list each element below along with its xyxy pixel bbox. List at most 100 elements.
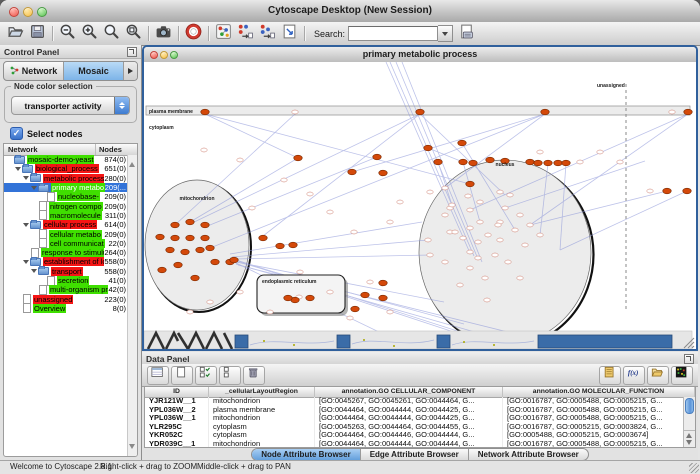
network-node-unhighlighted[interactable]: [427, 253, 433, 257]
network-node-highlighted[interactable]: [206, 245, 214, 251]
network-node-unhighlighted[interactable]: [577, 160, 583, 164]
network-node-highlighted[interactable]: [196, 247, 204, 253]
layout-1-button[interactable]: [236, 24, 255, 43]
expand-triangle-icon[interactable]: [15, 167, 21, 171]
scrollbar-thumb[interactable]: [685, 398, 694, 414]
network-edge[interactable]: [190, 114, 420, 224]
search-dropdown-button[interactable]: [438, 25, 453, 42]
tree-row-establishment-of-lo[interactable]: establishment of lo558(0): [4, 257, 128, 266]
tree-row-multi-organism-pro[interactable]: multi-organism pro42(0): [4, 285, 128, 294]
network-node-highlighted[interactable]: [562, 160, 570, 166]
attr-table-button[interactable]: [147, 366, 169, 385]
network-node-unhighlighted[interactable]: [497, 190, 503, 194]
network-node-unhighlighted[interactable]: [442, 213, 448, 217]
network-node-highlighted[interactable]: [458, 140, 466, 146]
network-node-unhighlighted[interactable]: [237, 158, 243, 162]
network-node-unhighlighted[interactable]: [527, 223, 533, 227]
zoom-selected-button[interactable]: [124, 24, 143, 43]
tree-row-nitrogen-compo[interactable]: nitrogen compo209(0): [4, 201, 128, 210]
network-node-highlighted[interactable]: [663, 188, 671, 194]
network-node-highlighted[interactable]: [373, 154, 381, 160]
network-node-highlighted[interactable]: [306, 295, 314, 301]
network-node-highlighted[interactable]: [534, 160, 542, 166]
search-input[interactable]: [348, 26, 438, 41]
table-row[interactable]: YKR052Ccytoplasm[GO:0044464, GO:0044446,…: [145, 431, 684, 440]
network-edge[interactable]: [205, 114, 298, 158]
network-node-unhighlighted[interactable]: [617, 160, 623, 164]
tree-row-unassigned[interactable]: unassigned223(0): [4, 294, 128, 303]
network-node-unhighlighted[interactable]: [207, 300, 213, 304]
tree-row-cellular-process[interactable]: cellular process614(0): [4, 220, 128, 229]
tree-row-metabolic-process[interactable]: metabolic process280(0): [4, 174, 128, 183]
network-node-unhighlighted[interactable]: [452, 230, 458, 234]
network-node-highlighted[interactable]: [201, 235, 209, 241]
network-node-unhighlighted[interactable]: [467, 208, 473, 212]
network-node-highlighted[interactable]: [158, 267, 166, 273]
network-node-highlighted[interactable]: [276, 243, 284, 249]
close-window-button[interactable]: [9, 7, 19, 17]
network-node-highlighted[interactable]: [186, 219, 194, 225]
table-row[interactable]: YPL036W__1mitochondrion[GO:0044464, GO:0…: [145, 414, 684, 423]
network-node-unhighlighted[interactable]: [457, 283, 463, 287]
network-node-unhighlighted[interactable]: [387, 220, 393, 224]
tree-row-macromolecule[interactable]: macromolecule311(0): [4, 211, 128, 220]
network-node-unhighlighted[interactable]: [367, 280, 373, 284]
network-node-highlighted[interactable]: [171, 235, 179, 241]
network-node-highlighted[interactable]: [554, 160, 562, 166]
network-node-unhighlighted[interactable]: [517, 276, 523, 280]
tree-scrollbar[interactable]: [127, 155, 137, 456]
scroll-down-icon[interactable]: [129, 444, 135, 455]
network-node-highlighted[interactable]: [259, 235, 267, 241]
network-edge[interactable]: [205, 157, 377, 227]
network-node-unhighlighted[interactable]: [669, 110, 675, 114]
attr-select-button[interactable]: [195, 366, 217, 385]
snapshot-camera-button[interactable]: [154, 24, 173, 43]
annotation-select-button[interactable]: [280, 24, 299, 43]
network-overview-button[interactable]: [214, 24, 233, 43]
network-node-unhighlighted[interactable]: [492, 253, 498, 257]
network-node-unhighlighted[interactable]: [512, 228, 518, 232]
network-node-unhighlighted[interactable]: [482, 276, 488, 280]
network-node-highlighted[interactable]: [348, 169, 356, 175]
attr-delete-button[interactable]: [243, 366, 265, 385]
table-scrollbar[interactable]: [683, 397, 695, 447]
network-node-highlighted[interactable]: [683, 188, 691, 194]
session-file-button[interactable]: [457, 24, 476, 43]
network-node-highlighted[interactable]: [201, 109, 209, 115]
matrix-view-button[interactable]: [671, 366, 693, 385]
zoom-fit-button[interactable]: [102, 24, 121, 43]
network-node-unhighlighted[interactable]: [201, 148, 207, 152]
network-node-highlighted[interactable]: [230, 257, 238, 263]
tree-row-secretion[interactable]: secretion41(0): [4, 276, 128, 285]
tab-edge-attribute-browser[interactable]: Edge Attribute Browser: [361, 449, 469, 460]
select-nodes-checkbox[interactable]: ✓: [10, 127, 23, 140]
network-node-unhighlighted[interactable]: [327, 290, 333, 294]
network-node-unhighlighted[interactable]: [187, 310, 193, 314]
window-resize-grip[interactable]: [689, 463, 699, 473]
tree-row-transport[interactable]: transport558(0): [4, 267, 128, 276]
network-node-highlighted[interactable]: [171, 222, 179, 228]
tree-row-nucleobase-[interactable]: nucleobase-209(0): [4, 192, 128, 201]
network-node-highlighted[interactable]: [379, 170, 387, 176]
network-node-unhighlighted[interactable]: [475, 240, 481, 244]
import-attrs-button[interactable]: [599, 366, 621, 385]
scrollbar-arrows[interactable]: [684, 430, 695, 447]
network-node-unhighlighted[interactable]: [327, 210, 333, 214]
network-node-unhighlighted[interactable]: [485, 233, 491, 237]
expand-triangle-icon[interactable]: [31, 269, 37, 273]
network-node-highlighted[interactable]: [379, 295, 387, 301]
zoom-in-button[interactable]: [80, 24, 99, 43]
column-header[interactable]: _cellularLayoutRegion: [209, 387, 315, 397]
save-button[interactable]: [28, 24, 47, 43]
network-node-unhighlighted[interactable]: [427, 190, 433, 194]
network-node-unhighlighted[interactable]: [597, 150, 603, 154]
network-node-highlighted[interactable]: [294, 155, 302, 161]
network-node-unhighlighted[interactable]: [495, 223, 501, 227]
network-node-unhighlighted[interactable]: [460, 236, 466, 240]
close-view-button[interactable]: [150, 51, 158, 59]
network-node-highlighted[interactable]: [181, 249, 189, 255]
table-row[interactable]: YDR039C__1mitochondrion[GO:0044464, GO:0…: [145, 440, 684, 447]
zoom-view-button[interactable]: [170, 51, 178, 59]
network-node-highlighted[interactable]: [284, 295, 292, 301]
network-node-unhighlighted[interactable]: [449, 203, 455, 207]
